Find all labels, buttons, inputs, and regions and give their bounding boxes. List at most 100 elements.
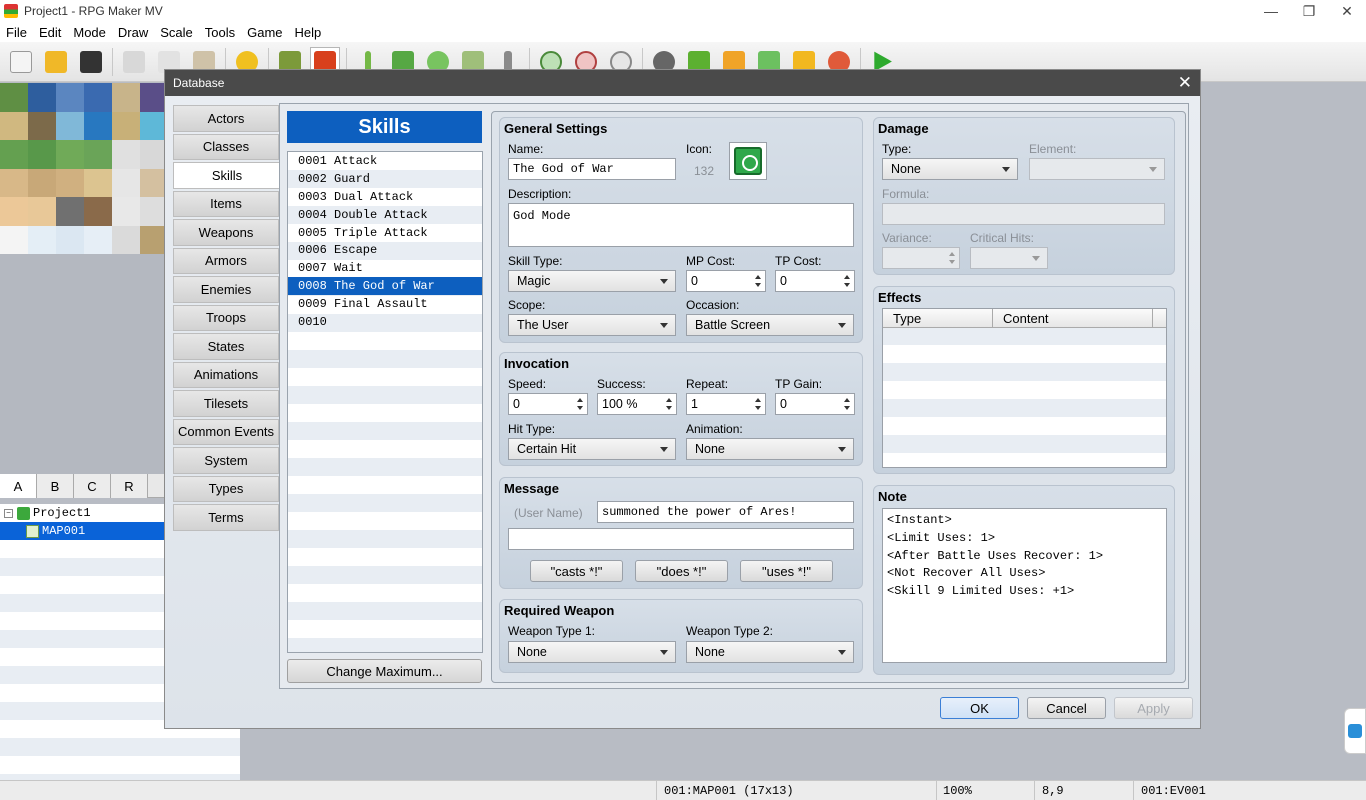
menu-mode[interactable]: Mode (67, 25, 112, 40)
animation-select[interactable]: None (686, 438, 854, 460)
tileset-tab-a[interactable]: A (0, 474, 37, 498)
category-common-events[interactable]: Common Events (173, 418, 279, 445)
formula-field[interactable] (882, 203, 1165, 225)
effects-col-type[interactable]: Type (883, 309, 993, 328)
uses-button[interactable]: "uses *!" (740, 560, 833, 582)
menu-help[interactable]: Help (289, 25, 328, 40)
list-item[interactable]: 0004 Double Attack (288, 206, 482, 224)
close-window-button[interactable]: ✕ (1328, 0, 1366, 22)
general-settings-title: General Settings (504, 121, 608, 136)
category-actors[interactable]: Actors (173, 105, 279, 132)
category-items[interactable]: Items (173, 190, 279, 217)
spin-down-icon[interactable] (844, 406, 850, 410)
spin-up-icon[interactable] (844, 398, 850, 402)
floating-helper-widget[interactable] (1344, 708, 1366, 754)
restore-button[interactable]: ❐ (1290, 0, 1328, 22)
list-item[interactable]: 0002 Guard (288, 170, 482, 188)
skill-icon-picker[interactable] (729, 142, 767, 180)
mp-cost-spinner[interactable]: 0 (686, 270, 766, 292)
effects-table[interactable]: Type Content (882, 308, 1167, 468)
category-skills[interactable]: Skills (173, 162, 281, 189)
list-item[interactable]: 0007 Wait (288, 259, 482, 277)
menu-file[interactable]: File (0, 25, 33, 40)
occasion-select[interactable]: Battle Screen (686, 314, 854, 336)
tileset-palette[interactable] (0, 83, 168, 254)
new-project-icon[interactable] (6, 47, 36, 77)
category-terms[interactable]: Terms (173, 504, 279, 531)
spin-up-icon[interactable] (577, 398, 583, 402)
spin-down-icon[interactable] (755, 283, 761, 287)
message-line1-field[interactable]: summoned the power of Ares! (597, 501, 854, 523)
cut-icon[interactable] (119, 47, 149, 77)
name-field[interactable]: The God of War (508, 158, 676, 180)
description-field[interactable]: God Mode (508, 203, 854, 247)
variance-spinner[interactable] (882, 247, 960, 269)
scope-select[interactable]: The User (508, 314, 676, 336)
category-states[interactable]: States (173, 333, 279, 360)
tp-gain-spinner[interactable]: 0 (775, 393, 855, 415)
category-classes[interactable]: Classes (173, 133, 279, 160)
category-animations[interactable]: Animations (173, 361, 279, 388)
tileset-tab-r[interactable]: R (111, 474, 148, 498)
open-project-icon[interactable] (41, 47, 71, 77)
spin-up-icon[interactable] (666, 398, 672, 402)
spin-up-icon[interactable] (755, 275, 761, 279)
spin-down-icon[interactable] (755, 406, 761, 410)
spin-up-icon[interactable] (949, 252, 955, 256)
tree-collapse-icon[interactable]: − (4, 508, 13, 518)
save-project-icon[interactable] (76, 47, 106, 77)
list-item[interactable]: 0001 Attack (288, 152, 482, 170)
category-types[interactable]: Types (173, 475, 279, 502)
cancel-button[interactable]: Cancel (1027, 697, 1106, 719)
spin-down-icon[interactable] (949, 260, 955, 264)
does-button[interactable]: "does *!" (635, 560, 728, 582)
element-select[interactable] (1029, 158, 1165, 180)
category-weapons[interactable]: Weapons (173, 219, 279, 246)
spin-down-icon[interactable] (844, 283, 850, 287)
list-item[interactable]: 0009 Final Assault (288, 295, 482, 313)
ok-button[interactable]: OK (940, 697, 1019, 719)
tileset-tab-b[interactable]: B (37, 474, 74, 498)
speed-spinner[interactable]: 0 (508, 393, 588, 415)
category-armors[interactable]: Armors (173, 247, 279, 274)
menu-scale[interactable]: Scale (154, 25, 199, 40)
spin-up-icon[interactable] (844, 275, 850, 279)
skill-list[interactable]: 0001 Attack 0002 Guard 0003 Dual Attack … (287, 151, 483, 653)
note-field[interactable]: <Instant> <Limit Uses: 1> <After Battle … (882, 508, 1167, 663)
message-line2-field[interactable] (508, 528, 854, 550)
category-system[interactable]: System (173, 447, 279, 474)
success-spinner[interactable]: 100 % (597, 393, 677, 415)
apply-button[interactable]: Apply (1114, 697, 1193, 719)
list-item[interactable]: 0006 Escape (288, 241, 482, 259)
tp-cost-spinner[interactable]: 0 (775, 270, 855, 292)
critical-hits-select[interactable] (970, 247, 1048, 269)
menu-game[interactable]: Game (241, 25, 288, 40)
damage-group: Damage Type: None Element: Formula: Vari… (873, 117, 1175, 275)
category-enemies[interactable]: Enemies (173, 276, 279, 303)
category-troops[interactable]: Troops (173, 304, 279, 331)
spin-up-icon[interactable] (755, 398, 761, 402)
skill-type-select[interactable]: Magic (508, 270, 676, 292)
repeat-spinner[interactable]: 1 (686, 393, 766, 415)
change-maximum-button[interactable]: Change Maximum... (287, 659, 482, 683)
list-item-selected[interactable]: 0008 The God of War (288, 277, 482, 296)
tileset-tab-c[interactable]: C (74, 474, 111, 498)
menu-edit[interactable]: Edit (33, 25, 67, 40)
effects-col-content[interactable]: Content (993, 309, 1153, 328)
list-item[interactable]: 0010 (288, 313, 482, 331)
spin-down-icon[interactable] (577, 406, 583, 410)
category-tilesets[interactable]: Tilesets (173, 390, 279, 417)
dialog-close-icon[interactable]: ✕ (1178, 73, 1192, 93)
weapon-type1-select[interactable]: None (508, 641, 676, 663)
minimize-button[interactable]: — (1252, 0, 1290, 22)
menu-tools[interactable]: Tools (199, 25, 241, 40)
spin-down-icon[interactable] (666, 406, 672, 410)
hit-type-select[interactable]: Certain Hit (508, 438, 676, 460)
weapon-type2-select[interactable]: None (686, 641, 854, 663)
list-item[interactable]: 0003 Dual Attack (288, 188, 482, 206)
damage-type-select[interactable]: None (882, 158, 1018, 180)
tree-map-row[interactable]: MAP001 (0, 522, 164, 540)
list-item[interactable]: 0005 Triple Attack (288, 224, 482, 242)
casts-button[interactable]: "casts *!" (530, 560, 623, 582)
menu-draw[interactable]: Draw (112, 25, 154, 40)
